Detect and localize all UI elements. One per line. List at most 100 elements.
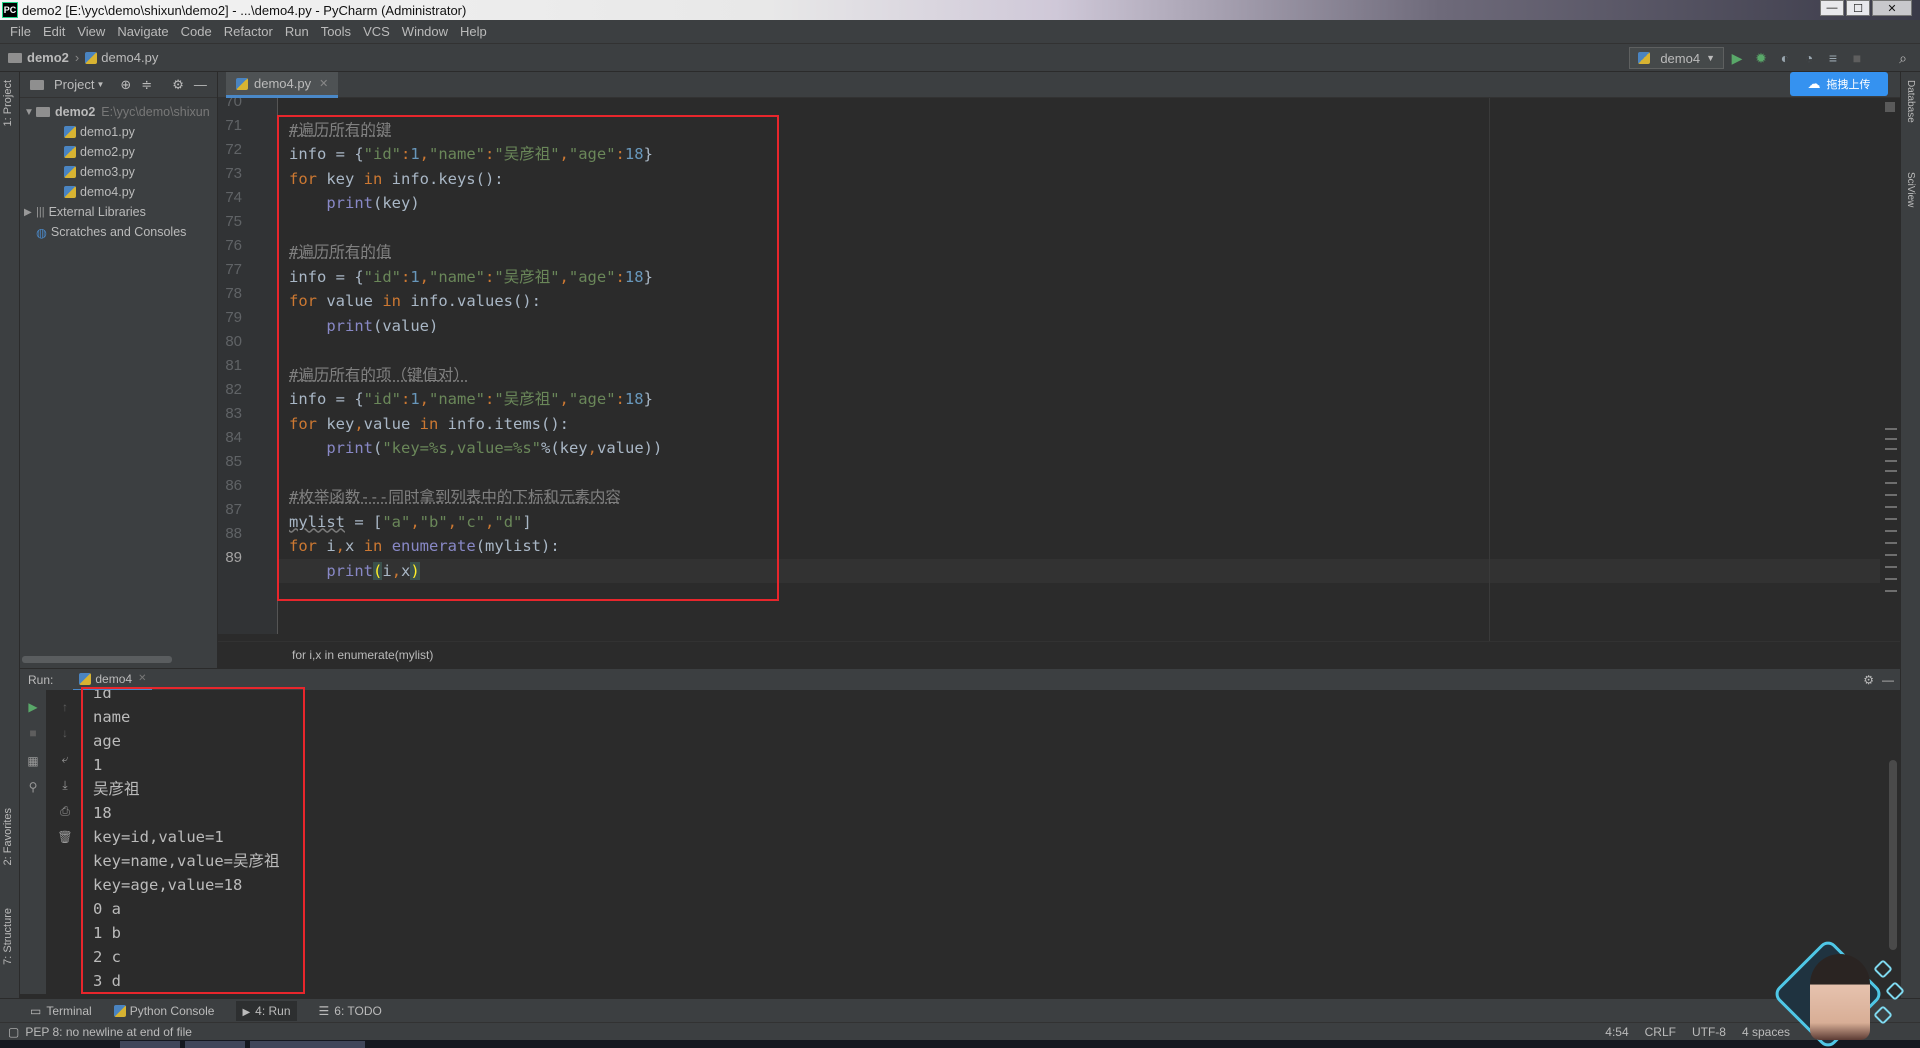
structure-tool-tab[interactable]: 7: Structure xyxy=(2,908,14,965)
soft-wrap-icon[interactable]: ⤶ xyxy=(58,752,72,766)
python-file-icon xyxy=(1638,52,1651,64)
terminal-tab[interactable]: ▭ Terminal xyxy=(30,1004,92,1018)
line-number: 73 xyxy=(225,165,242,182)
project-view-select[interactable]: Project xyxy=(54,77,94,92)
run-toolbar: ▶ ■ ▦ ⚲ xyxy=(20,690,46,994)
tree-scratches[interactable]: ◍ Scratches and Consoles xyxy=(20,222,217,242)
concurrency-icon[interactable]: ≡ xyxy=(1824,49,1842,67)
gear-icon[interactable]: ⚙ xyxy=(1863,673,1874,687)
menu-window[interactable]: Window xyxy=(396,24,454,39)
editor-scrollbar[interactable] xyxy=(1880,98,1900,634)
library-icon: ||| xyxy=(36,206,45,218)
menu-vcs[interactable]: VCS xyxy=(357,24,396,39)
window-controls: — ☐ ✕ xyxy=(1820,0,1912,16)
coverage-icon[interactable]: ◐ xyxy=(1776,49,1794,67)
decoration-icon xyxy=(1873,959,1893,979)
project-scrollbar[interactable] xyxy=(22,656,172,663)
project-tool-tab[interactable]: 1: Project xyxy=(2,80,14,126)
print-icon[interactable]: ⎙ xyxy=(58,804,72,818)
stop-icon[interactable]: ■ xyxy=(1848,49,1866,67)
rerun-icon[interactable]: ▶ xyxy=(26,700,40,714)
chevron-right-icon: › xyxy=(74,50,80,65)
database-tool-tab[interactable]: Database xyxy=(1905,80,1916,123)
close-tab-icon[interactable]: ✕ xyxy=(319,77,328,90)
line-number: 82 xyxy=(225,381,242,398)
scroll-mark xyxy=(1885,460,1897,462)
upload-button[interactable]: ☁ 拖拽上传 xyxy=(1790,72,1888,96)
down-arrow-icon[interactable]: ↓ xyxy=(58,726,72,740)
taskbar-item[interactable] xyxy=(120,1041,180,1048)
tree-file-demo1[interactable]: demo1.py xyxy=(20,122,217,142)
tree-external-libraries[interactable]: ▶ ||| External Libraries xyxy=(20,202,217,222)
file-encoding[interactable]: UTF-8 xyxy=(1692,1025,1726,1039)
scroll-to-end-icon[interactable]: ⤓ xyxy=(58,778,72,792)
menu-help[interactable]: Help xyxy=(454,24,493,39)
menu-run[interactable]: Run xyxy=(279,24,315,39)
todo-tab[interactable]: ☰ 6: TODO xyxy=(319,1004,382,1018)
close-tab-icon[interactable]: ✕ xyxy=(138,673,146,684)
gear-icon[interactable]: ⚙ xyxy=(172,77,184,93)
maximize-button[interactable]: ☐ xyxy=(1846,0,1870,16)
scroll-mark xyxy=(1885,494,1897,496)
favorites-tool-tab[interactable]: 2: Favorites xyxy=(2,808,14,865)
hide-icon[interactable]: — xyxy=(1882,673,1894,687)
restore-layout-icon[interactable]: ▦ xyxy=(26,754,40,768)
menu-view[interactable]: View xyxy=(71,24,111,39)
taskbar-item[interactable] xyxy=(250,1041,310,1048)
trash-icon[interactable]: 🗑 xyxy=(57,830,72,844)
hide-icon[interactable]: — xyxy=(194,77,207,92)
status-toggle-icon[interactable]: ▢ xyxy=(8,1025,19,1039)
caret-position[interactable]: 4:54 xyxy=(1605,1025,1628,1039)
minimize-button[interactable]: — xyxy=(1820,0,1844,16)
pin-icon[interactable]: ⚲ xyxy=(26,780,40,794)
taskbar-item[interactable] xyxy=(305,1041,365,1048)
menu-edit[interactable]: Edit xyxy=(37,24,71,39)
line-number: 74 xyxy=(225,189,242,206)
line-number-current: 89 xyxy=(225,549,242,566)
run-icon[interactable]: ▶ xyxy=(1728,49,1746,67)
run-tool-tab[interactable]: ▶ 4: Run xyxy=(236,1000,297,1021)
python-console-tab[interactable]: Python Console xyxy=(113,1004,214,1018)
expand-arrow-icon[interactable]: ▼ xyxy=(24,107,36,118)
menu-code[interactable]: Code xyxy=(175,24,218,39)
folder-icon xyxy=(8,52,22,63)
console-scrollbar[interactable] xyxy=(1889,760,1897,950)
taskbar-item[interactable] xyxy=(185,1041,245,1048)
tree-file-demo3[interactable]: demo3.py xyxy=(20,162,217,182)
nav-file[interactable]: demo4.py xyxy=(101,50,158,65)
search-icon[interactable]: ⌕ xyxy=(1894,49,1912,67)
tree-root-demo2[interactable]: ▼ demo2 E:\yyc\demo\shixun xyxy=(20,102,217,122)
inspection-status-icon[interactable] xyxy=(1885,102,1895,112)
menu-refactor[interactable]: Refactor xyxy=(218,24,279,39)
stop-icon[interactable]: ■ xyxy=(26,726,40,740)
locate-icon[interactable]: ⊕ xyxy=(120,77,131,93)
scroll-mark xyxy=(1885,482,1897,484)
project-panel: Project ▼ ⊕ ≑ ⚙ — ▼ demo2 E:\yyc\demo\sh… xyxy=(20,72,218,668)
bottom-tool-tabs: ▭ Terminal Python Console ▶ 4: Run ☰ 6: TOD… xyxy=(0,998,1920,1022)
nav-project[interactable]: demo2 xyxy=(27,50,69,65)
avatar-widget[interactable] xyxy=(1771,937,1910,1048)
todo-tab-label: 6: TODO xyxy=(334,1003,382,1018)
chevron-down-icon[interactable]: ▼ xyxy=(96,80,104,89)
run-console[interactable]: id name age 1 吴彦祖 18 key=id,value=1 key=… xyxy=(82,690,1900,994)
collapse-icon[interactable]: ≑ xyxy=(141,77,152,93)
tree-file-demo4[interactable]: demo4.py xyxy=(20,182,217,202)
menu-navigate[interactable]: Navigate xyxy=(111,24,174,39)
scroll-mark xyxy=(1885,554,1897,556)
up-arrow-icon[interactable]: ↑ xyxy=(58,700,72,714)
close-button[interactable]: ✕ xyxy=(1872,0,1912,16)
menu-file[interactable]: File xyxy=(4,24,37,39)
tree-file-demo2[interactable]: demo2.py xyxy=(20,142,217,162)
debug-icon[interactable]: ✹ xyxy=(1752,49,1770,67)
line-number: 81 xyxy=(225,357,242,374)
profile-icon[interactable]: ◔ xyxy=(1800,49,1818,67)
run-config-select[interactable]: demo4 ▼ xyxy=(1629,47,1724,69)
line-number: 76 xyxy=(225,237,242,254)
sciview-tool-tab[interactable]: SciView xyxy=(1905,172,1916,207)
line-separator[interactable]: CRLF xyxy=(1645,1025,1676,1039)
code-breadcrumb[interactable]: for i,x in enumerate(mylist) xyxy=(218,641,1900,667)
menu-tools[interactable]: Tools xyxy=(315,24,357,39)
expand-arrow-icon[interactable]: ▶ xyxy=(24,207,36,218)
editor-tab-demo4[interactable]: demo4.py ✕ xyxy=(226,72,339,98)
line-number: 79 xyxy=(225,309,242,326)
